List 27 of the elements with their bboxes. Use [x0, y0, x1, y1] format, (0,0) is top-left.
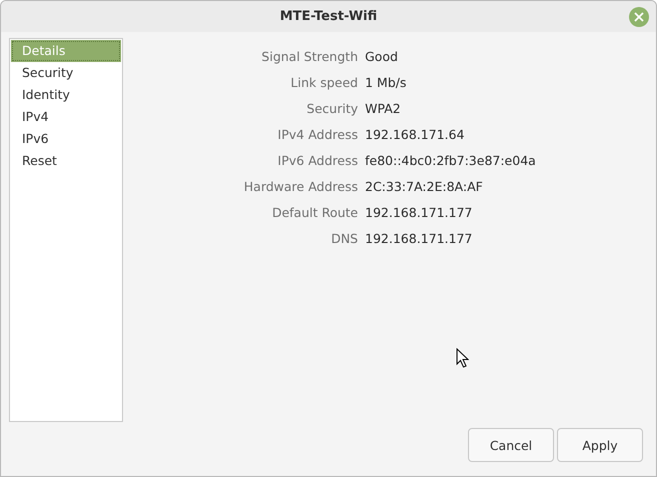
detail-label: Signal Strength: [260, 48, 358, 66]
detail-label: IPv4 Address: [276, 126, 358, 144]
detail-value: 1 Mb/s: [365, 74, 408, 92]
detail-label: IPv6 Address: [276, 152, 358, 170]
detail-label: DNS: [330, 230, 358, 248]
sidebar-item[interactable]: IPv4: [11, 106, 121, 128]
detail-value: 2C:33:7A:2E:8A:AF: [365, 178, 484, 196]
detail-value: 192.168.171.177: [365, 204, 474, 222]
close-button[interactable]: [629, 7, 649, 27]
close-icon: [634, 12, 644, 22]
detail-label: Security: [306, 100, 358, 118]
cursor-icon: [456, 348, 469, 368]
cancel-button[interactable]: Cancel: [468, 428, 554, 462]
sidebar-item[interactable]: Identity: [11, 84, 121, 106]
sidebar-item[interactable]: Reset: [11, 150, 121, 172]
detail-value: fe80::4bc0:2fb7:3e87:e04a: [365, 152, 536, 170]
detail-value: 192.168.171.177: [365, 230, 474, 248]
sidebar-item[interactable]: IPv6: [11, 128, 121, 150]
apply-button[interactable]: Apply: [557, 428, 643, 462]
sidebar-item[interactable]: Security: [11, 62, 121, 84]
detail-label: Default Route: [271, 204, 358, 222]
detail-value: WPA2: [365, 100, 402, 118]
detail-label: Hardware Address: [242, 178, 358, 196]
detail-value: Good: [365, 48, 399, 66]
detail-label: Link speed: [290, 74, 358, 92]
window-title: MTE-Test-Wifi: [280, 9, 378, 24]
detail-value: 192.168.171.64: [365, 126, 466, 144]
